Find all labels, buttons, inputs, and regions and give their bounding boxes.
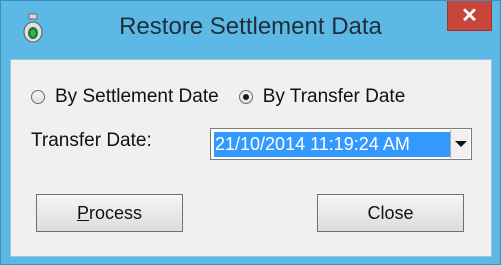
title-bar[interactable]: Restore Settlement Data ✕ [1, 1, 500, 59]
dialog-body: By Settlement Date By Transfer Date Tran… [10, 59, 492, 257]
transfer-date-picker[interactable]: 21/10/2014 11:19:24 AM [210, 128, 472, 160]
window-title: Restore Settlement Data [119, 13, 382, 40]
date-dropdown-button[interactable] [450, 130, 470, 158]
restore-settlement-dialog: Restore Settlement Data ✕ By Settlement … [0, 0, 501, 265]
radio-by-transfer-date-label[interactable]: By Transfer Date [263, 86, 406, 108]
process-button-access-key: P [76, 202, 89, 223]
transfer-date-label: Transfer Date: [31, 130, 152, 151]
radio-by-settlement-date[interactable] [31, 90, 45, 104]
radio-by-settlement-date-label[interactable]: By Settlement Date [55, 86, 219, 108]
radio-by-transfer-date[interactable] [238, 90, 253, 104]
chevron-down-icon [454, 141, 467, 147]
close-button[interactable]: Close [317, 194, 464, 232]
process-button-label: rocess [89, 202, 143, 223]
process-button[interactable]: Process [36, 194, 183, 232]
date-mode-options: By Settlement Date By Transfer Date [31, 86, 425, 108]
transfer-date-value[interactable]: 21/10/2014 11:19:24 AM [214, 131, 450, 157]
close-window-button[interactable]: ✕ [447, 1, 492, 31]
money-bag-icon [23, 13, 43, 43]
close-icon: ✕ [461, 5, 478, 27]
close-button-label: Close [367, 202, 414, 223]
